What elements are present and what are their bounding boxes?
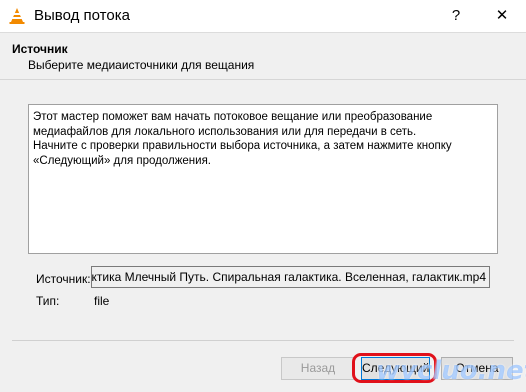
- page-subtitle: Выберите медиаисточники для вещания: [28, 58, 255, 72]
- source-field[interactable]: Галактика Млечный Путь. Спиральная галак…: [91, 266, 490, 288]
- title-bar: Вывод потока ? ✕: [0, 0, 526, 33]
- window-title: Вывод потока: [34, 7, 130, 24]
- close-button[interactable]: ✕: [488, 4, 516, 28]
- cancel-button[interactable]: Отмена: [441, 357, 513, 380]
- highlight-annotation: [352, 353, 437, 383]
- divider: [12, 340, 514, 341]
- wizard-header: Источник Выберите медиаисточники для вещ…: [0, 33, 526, 80]
- type-value: file: [94, 294, 110, 308]
- source-value: Галактика Млечный Путь. Спиральная галак…: [91, 270, 486, 284]
- help-button[interactable]: ?: [442, 4, 470, 28]
- source-label: Источник:: [36, 272, 91, 286]
- page-title: Источник: [12, 42, 68, 56]
- type-label: Тип:: [36, 294, 60, 308]
- description-text: Этот мастер поможет вам начать потоковое…: [28, 104, 498, 254]
- vlc-cone-icon: [8, 7, 26, 25]
- back-button[interactable]: Назад: [281, 357, 355, 380]
